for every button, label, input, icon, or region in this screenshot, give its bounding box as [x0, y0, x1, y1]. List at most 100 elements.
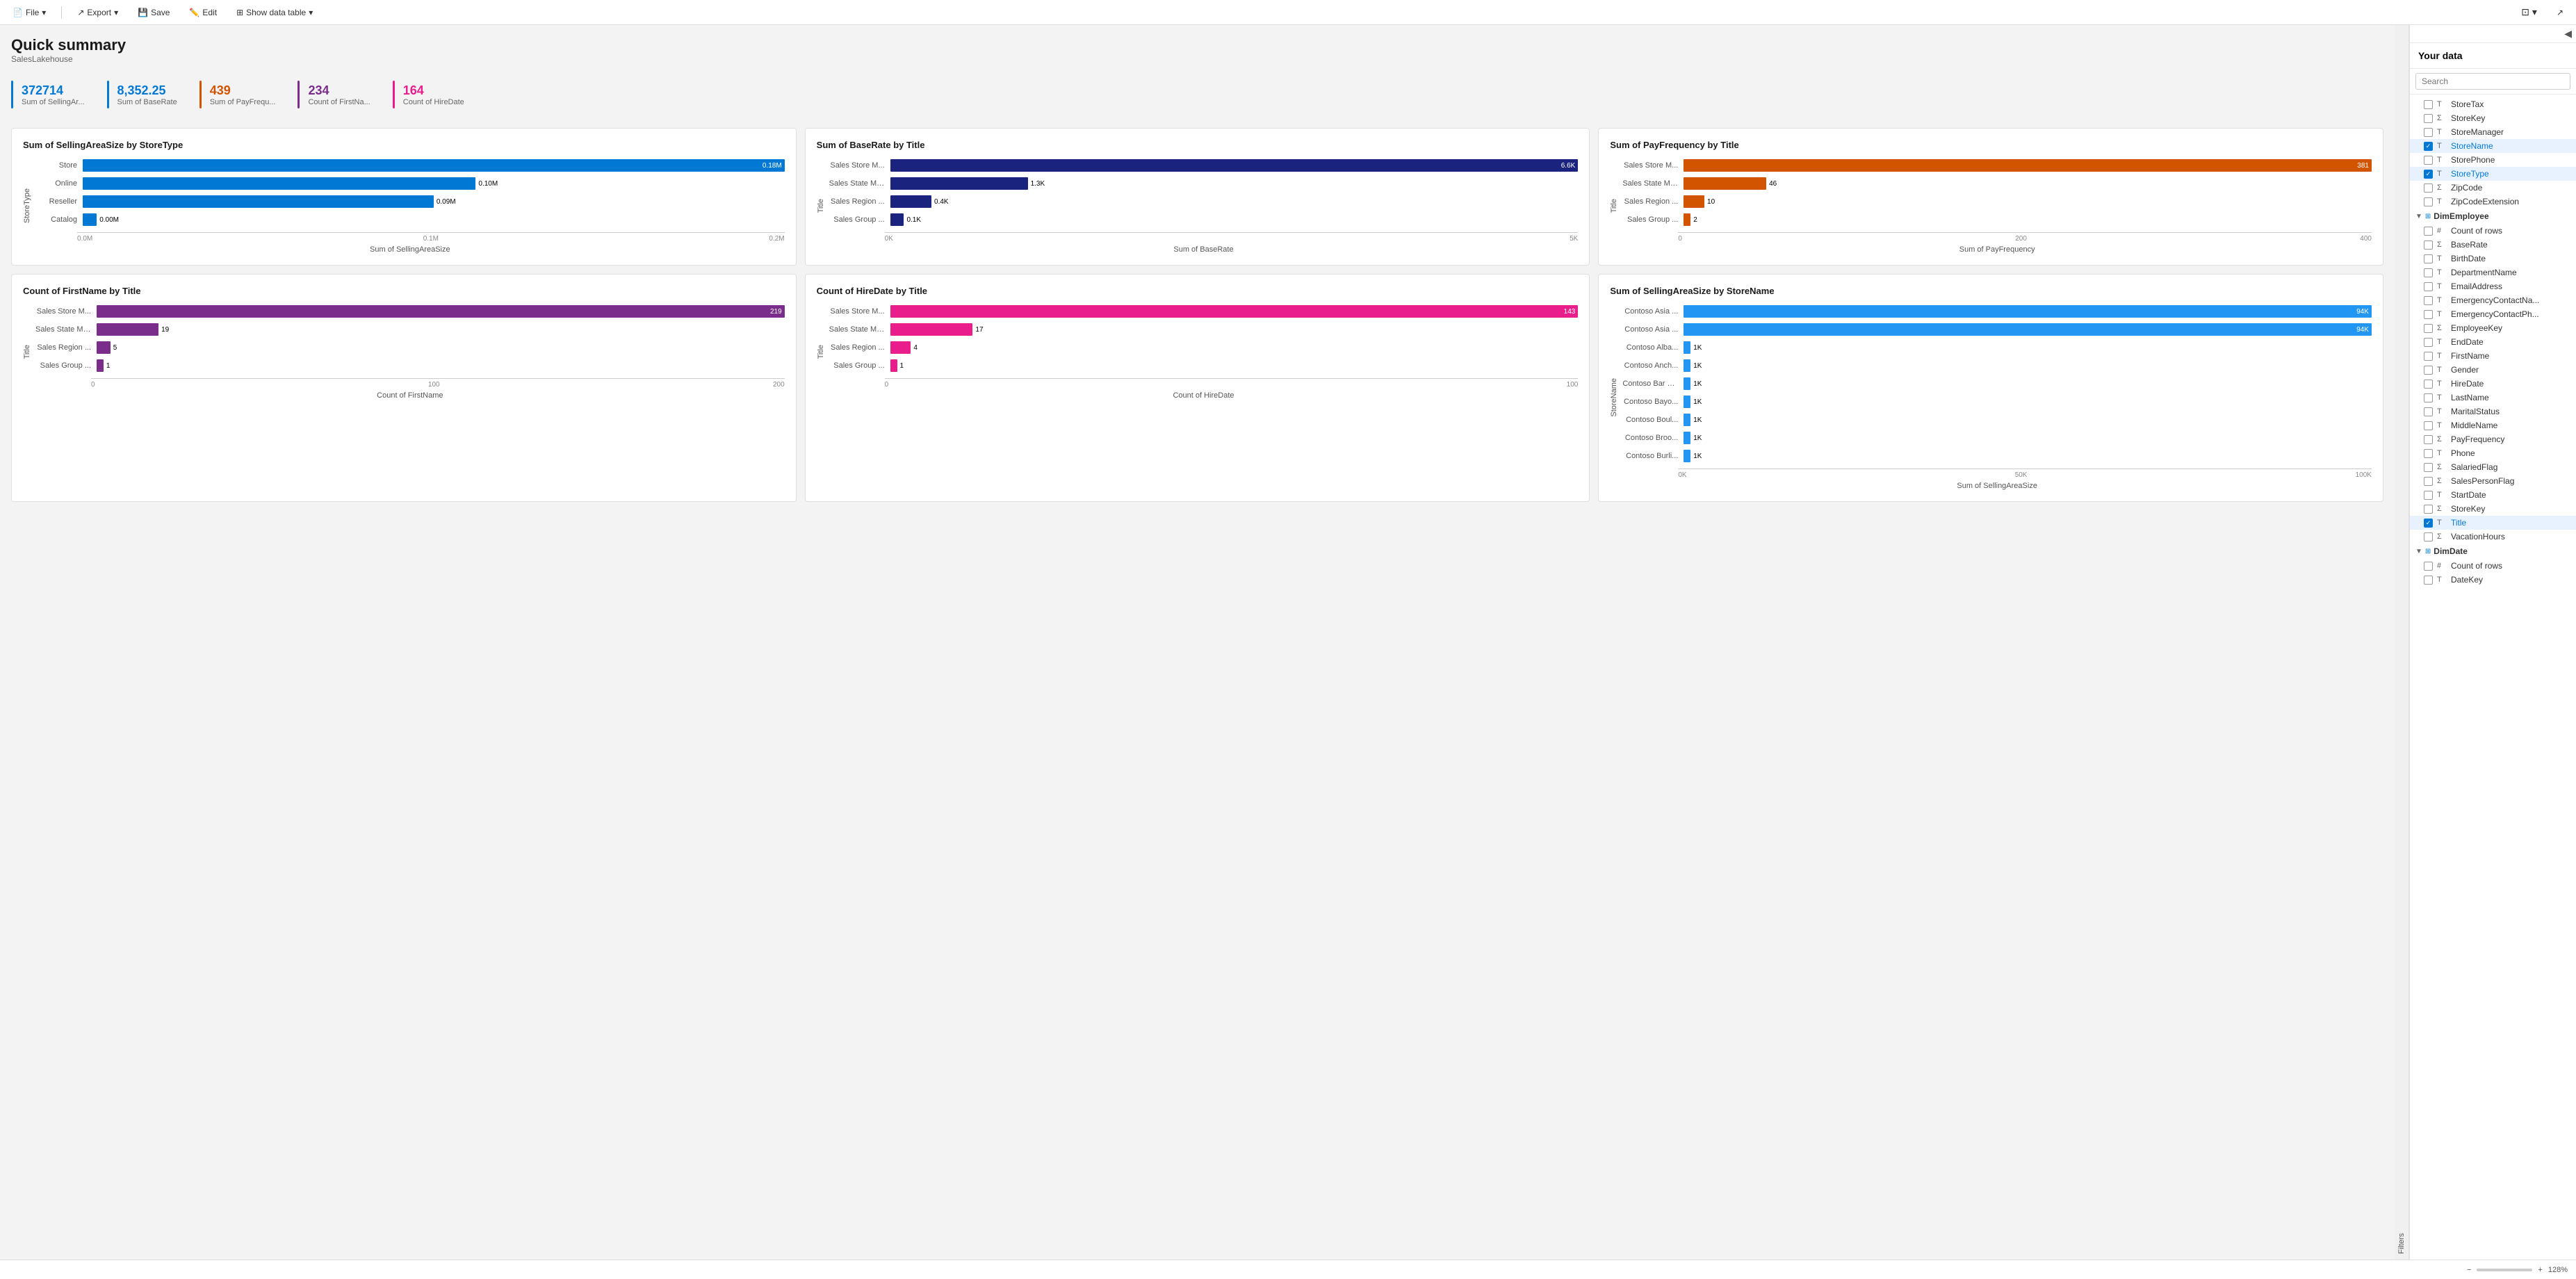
- checkbox-lastname[interactable]: [2424, 393, 2433, 402]
- checkbox-storemanager[interactable]: [2424, 128, 2433, 137]
- checkbox-hiredate[interactable]: [2424, 380, 2433, 389]
- checkbox-zipcodeextension[interactable]: [2424, 197, 2433, 206]
- checkbox-salespersonflag[interactable]: [2424, 477, 2433, 486]
- checkbox-emergencycontactna[interactable]: [2424, 296, 2433, 305]
- chart-baserate-title: Sum of BaseRate by Title Title Sales Sto…: [805, 128, 1590, 266]
- checkbox-storephone[interactable]: [2424, 156, 2433, 165]
- checkbox-payfrequency[interactable]: [2424, 435, 2433, 444]
- table-icon: ⊞: [236, 8, 243, 17]
- bar-value: 219: [770, 308, 782, 316]
- sidebar-item-storemanager[interactable]: T StoreManager: [2410, 125, 2576, 139]
- sidebar-item-salariedflag[interactable]: Σ SalariedFlag: [2410, 460, 2576, 474]
- checkbox-vacationhours[interactable]: [2424, 532, 2433, 541]
- item-label-departmentname: DepartmentName: [2451, 268, 2517, 277]
- sidebar-collapse-button[interactable]: ◀: [2564, 28, 2572, 40]
- chart6-x-title: Sum of SellingAreaSize: [1622, 482, 2372, 490]
- share-button[interactable]: ↗: [2552, 6, 2568, 19]
- checkbox-maritalstatus[interactable]: [2424, 407, 2433, 416]
- checkbox-storename[interactable]: [2424, 142, 2433, 151]
- bar-row: Catalog 0.00M: [35, 213, 785, 227]
- checkbox-emergencycontactph[interactable]: [2424, 310, 2433, 319]
- bar-row: Sales Group ... 2: [1622, 213, 2372, 227]
- save-button[interactable]: 💾 Save: [133, 6, 174, 19]
- checkbox-storetype[interactable]: [2424, 170, 2433, 179]
- sigma-icon: Σ: [2437, 435, 2447, 443]
- filters-tab[interactable]: Filters: [2395, 25, 2409, 1260]
- checkbox-datekey[interactable]: [2424, 576, 2433, 585]
- sidebar-item-title[interactable]: T Title: [2410, 516, 2576, 530]
- checkbox-startdate[interactable]: [2424, 491, 2433, 500]
- bar-value: 381: [2357, 162, 2369, 170]
- checkbox-emailaddress[interactable]: [2424, 282, 2433, 291]
- bar-row: Sales Region ... 10: [1622, 195, 2372, 209]
- sidebar-item-salespersonflag[interactable]: Σ SalesPersonFlag: [2410, 474, 2576, 488]
- sidebar-item-emergencycontactph[interactable]: T EmergencyContactPh...: [2410, 307, 2576, 321]
- sidebar-item-storename[interactable]: T StoreName: [2410, 139, 2576, 153]
- window-controls[interactable]: ⊡ ▾: [2517, 4, 2541, 20]
- sidebar-section-dimemployee[interactable]: ▼ ⊞ DimEmployee: [2410, 209, 2576, 224]
- checkbox-zipcode[interactable]: [2424, 184, 2433, 193]
- sidebar-item-datekey[interactable]: T DateKey: [2410, 573, 2576, 587]
- bar-row: Sales State Ma... 46: [1622, 177, 2372, 190]
- sidebar-item-gender[interactable]: T Gender: [2410, 363, 2576, 377]
- checkbox-enddate[interactable]: [2424, 338, 2433, 347]
- sidebar-item-departmentname[interactable]: T DepartmentName: [2410, 266, 2576, 279]
- sidebar-item-storekey[interactable]: Σ StoreKey: [2410, 111, 2576, 125]
- sidebar-item-startdate[interactable]: T StartDate: [2410, 488, 2576, 502]
- sidebar-item-enddate[interactable]: T EndDate: [2410, 335, 2576, 349]
- sidebar-section-dimdate[interactable]: ▼ ⊞ DimDate: [2410, 544, 2576, 559]
- search-input[interactable]: [2415, 73, 2570, 90]
- kpi-label-0: Sum of SellingAr...: [22, 98, 85, 106]
- sidebar-item-hiredate[interactable]: T HireDate: [2410, 377, 2576, 391]
- zoom-slider[interactable]: [2477, 1269, 2532, 1271]
- checkbox-title[interactable]: [2424, 519, 2433, 528]
- sidebar-item-birthdate[interactable]: T BirthDate: [2410, 252, 2576, 266]
- sidebar-item-vacationhours[interactable]: Σ VacationHours: [2410, 530, 2576, 544]
- bar-row: Contoso Alba... 1K: [1622, 341, 2372, 355]
- sidebar-item-count-rows-date[interactable]: # Count of rows: [2410, 559, 2576, 573]
- checkbox-firstname[interactable]: [2424, 352, 2433, 361]
- sidebar-item-middlename[interactable]: T MiddleName: [2410, 418, 2576, 432]
- sidebar-item-phone[interactable]: T Phone: [2410, 446, 2576, 460]
- checkbox-phone[interactable]: [2424, 449, 2433, 458]
- sidebar-item-employeekey[interactable]: Σ EmployeeKey: [2410, 321, 2576, 335]
- checkbox-storekey[interactable]: [2424, 114, 2433, 123]
- sidebar-item-payfrequency[interactable]: Σ PayFrequency: [2410, 432, 2576, 446]
- kpi-value-1: 8,352.25: [117, 83, 177, 98]
- checkbox-baserate[interactable]: [2424, 241, 2433, 250]
- sidebar-item-maritalstatus[interactable]: T MaritalStatus: [2410, 405, 2576, 418]
- sidebar-item-firstname[interactable]: T FirstName: [2410, 349, 2576, 363]
- checkbox-employeekey[interactable]: [2424, 324, 2433, 333]
- checkbox-birthdate[interactable]: [2424, 254, 2433, 263]
- export-button[interactable]: ↗ Export ▾: [73, 6, 122, 19]
- kpi-label-2: Sum of PayFrequ...: [210, 98, 276, 106]
- text-icon: T: [2437, 268, 2447, 277]
- sidebar-item-storetype[interactable]: T StoreType: [2410, 167, 2576, 181]
- sidebar-item-count-rows-employee[interactable]: # Count of rows: [2410, 224, 2576, 238]
- file-button[interactable]: 📄 File ▾: [8, 6, 50, 19]
- sidebar-item-zipcodeextension[interactable]: T ZipCodeExtension: [2410, 195, 2576, 209]
- sidebar-item-storephone[interactable]: T StorePhone: [2410, 153, 2576, 167]
- checkbox-storetax[interactable]: [2424, 100, 2433, 109]
- checkbox-gender[interactable]: [2424, 366, 2433, 375]
- sidebar-item-storetax[interactable]: T StoreTax: [2410, 97, 2576, 111]
- checkbox-middlename[interactable]: [2424, 421, 2433, 430]
- checkbox-salariedflag[interactable]: [2424, 463, 2433, 472]
- edit-icon: ✏️: [189, 8, 199, 17]
- sidebar-item-lastname[interactable]: T LastName: [2410, 391, 2576, 405]
- kpi-label-3: Count of FirstNa...: [308, 98, 370, 106]
- kpi-item-4: 164 Count of HireDate: [393, 81, 464, 108]
- sidebar-item-baserate[interactable]: Σ BaseRate: [2410, 238, 2576, 252]
- show-data-table-button[interactable]: ⊞ Show data table ▾: [232, 6, 317, 19]
- checkbox-departmentname[interactable]: [2424, 268, 2433, 277]
- checkbox-storekey-emp[interactable]: [2424, 505, 2433, 514]
- sidebar-item-emailaddress[interactable]: T EmailAddress: [2410, 279, 2576, 293]
- edit-button[interactable]: ✏️ Edit: [185, 6, 221, 19]
- sidebar-item-emergencycontactna[interactable]: T EmergencyContactNa...: [2410, 293, 2576, 307]
- checkbox-count-rows-date[interactable]: [2424, 562, 2433, 571]
- checkbox-count-rows-employee[interactable]: [2424, 227, 2433, 236]
- sidebar-item-storekey-emp[interactable]: Σ StoreKey: [2410, 502, 2576, 516]
- bar-value: 10: [1707, 198, 1715, 206]
- bar-row: Sales State Ma... 17: [829, 323, 1579, 336]
- sidebar-item-zipcode[interactable]: Σ ZipCode: [2410, 181, 2576, 195]
